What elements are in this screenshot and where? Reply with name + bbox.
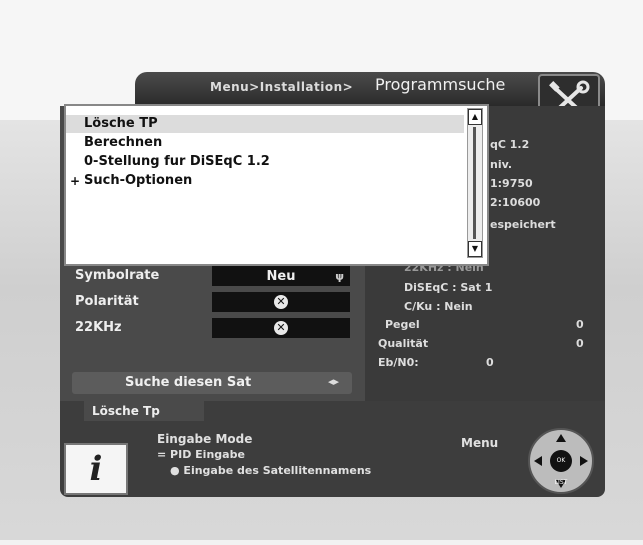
popup-item-berechnen[interactable]: Berechnen (84, 135, 162, 150)
popup-scrollbar[interactable]: ▲ ▼ (467, 108, 483, 258)
x-circle-icon: ✕ (274, 295, 288, 309)
header-bar (135, 72, 605, 106)
breadcrumb: Menu>Installation> (210, 80, 354, 94)
pegel-label: Pegel (385, 318, 420, 331)
22khz-field[interactable]: ✕ (212, 318, 350, 338)
ok-list-button-icon: OK LIST (550, 450, 572, 486)
page-title: Programmsuche (375, 75, 506, 94)
info-line: 1:9750 (490, 177, 533, 190)
x-circle-icon: ✕ (274, 321, 288, 335)
help-line: ● Eingabe des Satellitennamens (170, 464, 372, 477)
info-icon: i (64, 443, 128, 495)
symbolrate-field[interactable]: Neu ψ (212, 266, 350, 286)
qualitaet-label: Qualität (378, 337, 429, 350)
search-this-sat-label: Suche diesen Sat (125, 375, 252, 390)
popup-item-nullstellung[interactable]: 0-Stellung fur DiSEqC 1.2 (84, 154, 270, 169)
qualitaet-value: 0 (576, 337, 584, 350)
help-line: Eingabe Mode (157, 432, 253, 446)
remote-control-icon: OK LIST (528, 428, 594, 494)
ebno-value: 0 (486, 356, 494, 369)
cku-info: C/Ku : Nein (404, 300, 473, 313)
polaritaet-field[interactable]: ✕ (212, 292, 350, 312)
left-right-arrows-icon: ◂▸ (328, 375, 340, 388)
menu-label: Menu (461, 436, 499, 450)
scroll-track (473, 127, 476, 239)
ebno-label: Eb/N0: (378, 356, 419, 369)
plus-icon: + (70, 174, 81, 188)
scroll-down-icon[interactable]: ▼ (468, 241, 482, 257)
antenna-icon: ψ (335, 269, 344, 283)
info-line: 2:10600 (490, 196, 541, 209)
diseqc-info: DiSEqC : Sat 1 (404, 281, 493, 294)
popup-item-such-optionen[interactable]: Such-Optionen (84, 173, 192, 188)
help-title: Lösche Tp (92, 404, 160, 418)
info-line: niv. (490, 158, 513, 171)
scroll-up-icon[interactable]: ▲ (468, 109, 482, 125)
symbolrate-label: Symbolrate (75, 268, 160, 283)
polaritaet-label: Polarität (75, 294, 139, 309)
symbolrate-value: Neu (266, 268, 296, 284)
help-line: = PID Eingabe (157, 448, 245, 461)
pegel-value: 0 (576, 318, 584, 331)
info-line: espeichert (490, 218, 556, 231)
22khz-label: 22KHz (75, 320, 122, 335)
popup-item-loesche-tp[interactable]: Lösche TP (84, 116, 158, 131)
info-line: qC 1.2 (490, 138, 530, 151)
